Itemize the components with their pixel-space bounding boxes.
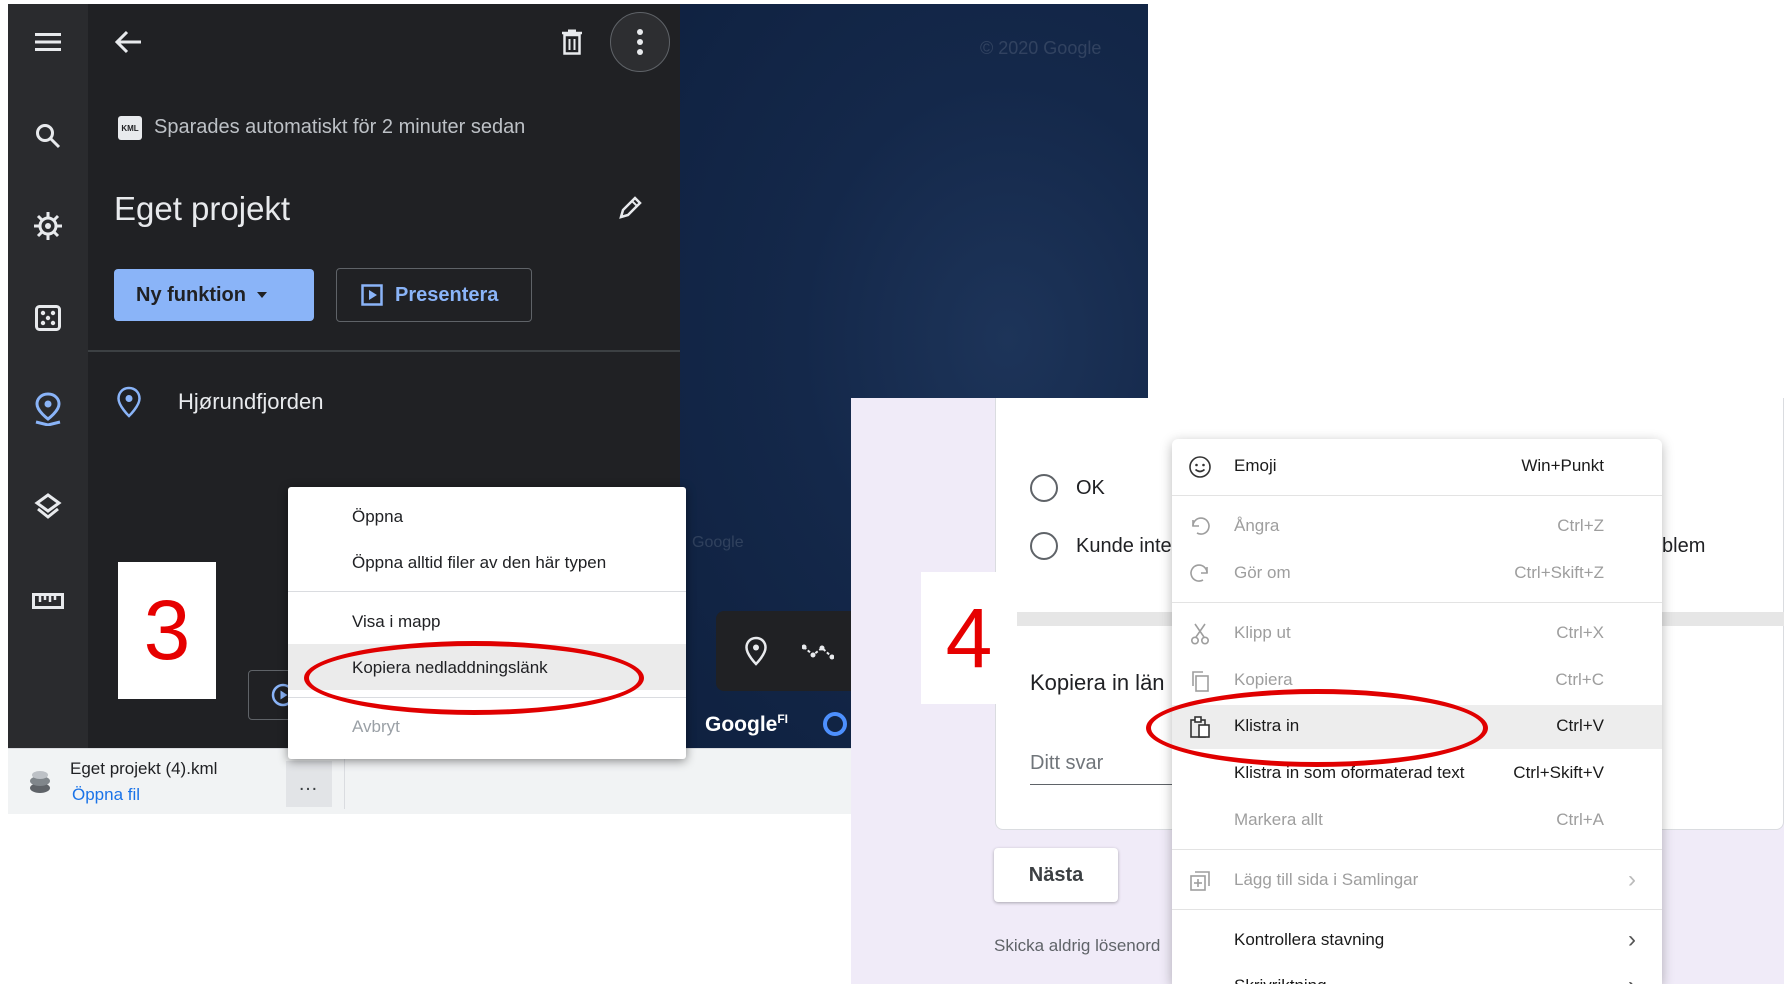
autosave-status: Sparades automatiskt för 2 minuter sedan: [154, 116, 526, 138]
menu-item-cancel[interactable]: Avbryt: [352, 717, 400, 737]
menu-item-writing-direction[interactable]: Skrivriktning ›: [1172, 965, 1662, 984]
download-context-menu: Öppna Öppna alltid filer av den här type…: [288, 487, 686, 759]
highlight-oval: [304, 641, 644, 715]
radio-label-tail: blem: [1662, 535, 1706, 557]
menu-item-undo[interactable]: Ångra Ctrl+Z: [1172, 505, 1662, 549]
radio-ok[interactable]: [1030, 474, 1058, 502]
menu-item-add-to-collections[interactable]: Lägg till sida i Samlingar ›: [1172, 859, 1662, 903]
google-logo: GoogleFI: [705, 712, 788, 737]
menu-item-label: Kontrollera stavning: [1234, 930, 1385, 949]
present-button[interactable]: Presentera: [336, 268, 532, 322]
menu-separator: [1172, 495, 1662, 496]
undo-icon: [1192, 517, 1210, 535]
copy-icon: [1192, 671, 1209, 692]
menu-separator: [288, 591, 686, 592]
divider: [88, 350, 680, 352]
menu-item-label: Skrivriktning: [1234, 976, 1327, 984]
menu-item-open[interactable]: Öppna: [352, 507, 403, 527]
new-feature-button[interactable]: Ny funktion: [114, 269, 314, 321]
map-copyright: © 2020 Google: [980, 38, 1102, 58]
step-badge: 3: [118, 562, 216, 699]
add-placemark-icon[interactable]: [744, 636, 768, 666]
map-watermark: Google: [692, 534, 744, 551]
menu-item-label: Lägg till sida i Samlingar: [1234, 870, 1419, 889]
menu-separator: [1172, 849, 1662, 850]
open-file-link[interactable]: Öppna fil: [72, 785, 140, 805]
emoji-icon: [1189, 456, 1211, 478]
menu-icon[interactable]: [26, 20, 70, 64]
answer-underline: [1030, 784, 1172, 785]
menu-item-shortcut: Ctrl+Z: [1557, 516, 1604, 535]
google-logo-text: Google: [705, 713, 778, 736]
menu-item-label: Ångra: [1234, 516, 1280, 535]
kml-download-icon: [28, 769, 52, 795]
project-title: Eget projekt: [114, 190, 291, 227]
layers-icon[interactable]: [26, 484, 70, 528]
menu-item-spellcheck[interactable]: Kontrollera stavning ›: [1172, 919, 1662, 963]
new-feature-label: Ny funktion: [136, 283, 246, 306]
dice-icon[interactable]: [26, 296, 70, 340]
menu-item-emoji[interactable]: Emoji Win+Punkt: [1172, 445, 1662, 489]
more-options-icon[interactable]: [610, 12, 670, 72]
menu-item-shortcut: Ctrl+Skift+V: [1513, 763, 1604, 782]
back-arrow-icon[interactable]: [108, 22, 148, 62]
menu-item-shortcut: Ctrl+Skift+Z: [1514, 563, 1604, 582]
present-label: Presentera: [395, 283, 499, 306]
menu-item-shortcut: Ctrl+V: [1556, 716, 1604, 735]
menu-separator: [1172, 602, 1662, 603]
compass-icon[interactable]: [823, 712, 847, 736]
menu-item-show-in-folder[interactable]: Visa i mapp: [352, 612, 441, 632]
menu-item-label: Kopiera: [1234, 670, 1293, 689]
dropdown-arrow-icon: [257, 292, 267, 298]
divider: [344, 755, 345, 809]
search-icon[interactable]: [26, 114, 70, 158]
submenu-arrow-icon: ›: [1628, 972, 1636, 984]
redo-icon: [1190, 564, 1208, 582]
cut-icon: [1190, 623, 1210, 645]
radio-ok-label: OK: [1076, 477, 1105, 499]
edit-pencil-icon[interactable]: [612, 190, 648, 226]
download-file-name: Eget projekt (4).kml: [70, 759, 218, 778]
menu-item-always-open[interactable]: Öppna alltid filer av den här typen: [352, 553, 606, 573]
menu-item-redo[interactable]: Gör om Ctrl+Skift+Z: [1172, 552, 1662, 596]
menu-item-shortcut: Ctrl+C: [1555, 670, 1604, 689]
step-badge: 4: [921, 572, 1017, 704]
draw-path-icon[interactable]: [802, 642, 834, 660]
password-warning: Skicka aldrig lösenord: [994, 936, 1161, 955]
menu-item-cut[interactable]: Klipp ut Ctrl+X: [1172, 612, 1662, 656]
feature-item-name[interactable]: Hjørundfjorden: [178, 389, 324, 415]
submenu-arrow-icon: ›: [1628, 866, 1636, 893]
menu-item-label: Klipp ut: [1234, 623, 1291, 642]
trash-icon[interactable]: [552, 22, 592, 62]
earth-nav-rail: [8, 4, 88, 748]
answer-input[interactable]: Ditt svar: [1030, 752, 1103, 775]
menu-item-label: Emoji: [1234, 456, 1277, 475]
kml-file-icon: KML: [118, 116, 142, 140]
menu-item-select-all[interactable]: Markera allt Ctrl+A: [1172, 799, 1662, 843]
radio-could-not[interactable]: [1030, 532, 1058, 560]
download-more-button[interactable]: …: [286, 761, 332, 807]
next-button[interactable]: Nästa: [994, 848, 1118, 902]
radio-could-not-label: Kunde inte: [1076, 535, 1172, 557]
highlight-oval: [1146, 689, 1488, 767]
present-icon: [361, 284, 383, 306]
projects-icon[interactable]: [26, 387, 70, 431]
menu-item-shortcut: Ctrl+A: [1556, 810, 1604, 829]
menu-item-shortcut: Win+Punkt: [1521, 456, 1604, 475]
menu-item-label: Markera allt: [1234, 810, 1323, 829]
google-logo-suffix: FI: [777, 712, 789, 726]
submenu-arrow-icon: ›: [1628, 926, 1636, 953]
voyager-icon[interactable]: [26, 204, 70, 248]
map-tools-panel: [716, 611, 858, 691]
ruler-icon[interactable]: [26, 579, 70, 623]
menu-item-label: Gör om: [1234, 563, 1291, 582]
collections-icon: [1190, 871, 1210, 891]
menu-separator: [1172, 909, 1662, 910]
question-title: Kopiera in län: [1030, 670, 1165, 695]
location-pin-icon: [116, 386, 142, 418]
menu-item-shortcut: Ctrl+X: [1556, 623, 1604, 642]
